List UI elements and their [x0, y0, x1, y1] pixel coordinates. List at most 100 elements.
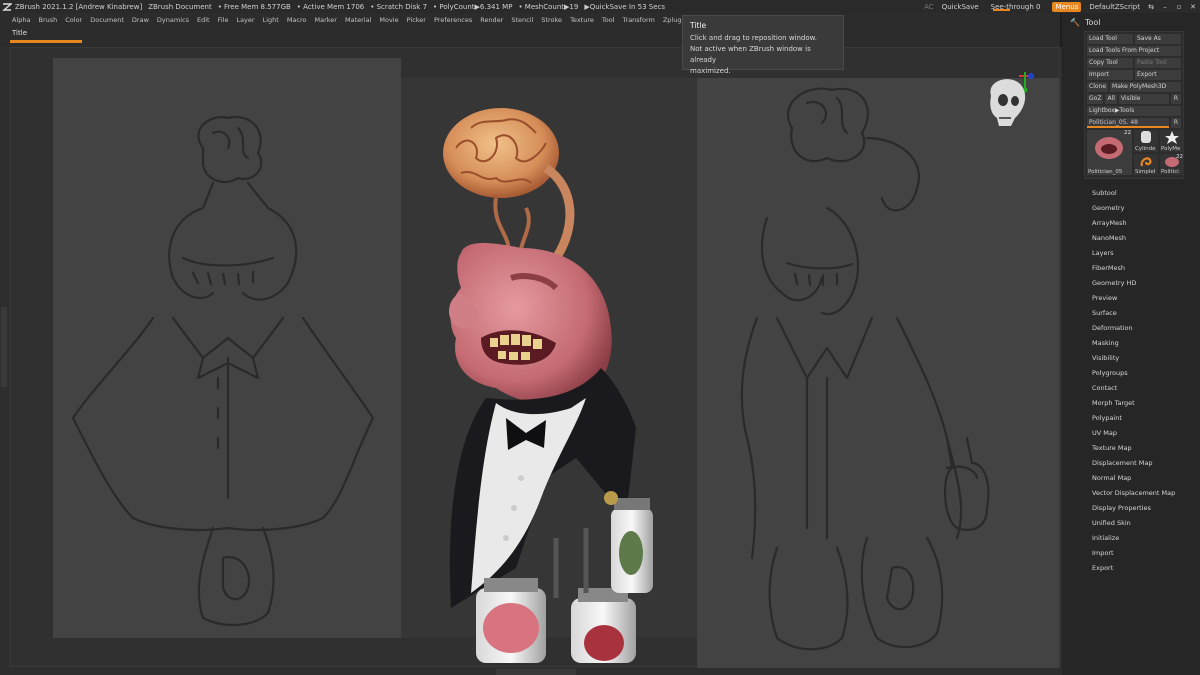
- tool-menu-polypaint[interactable]: Polypaint: [1092, 411, 1192, 426]
- tool-menu-unified-skin[interactable]: Unified Skin: [1092, 516, 1192, 531]
- cylinder-tool-label: Cylinde: [1135, 145, 1156, 152]
- menu-dynamics[interactable]: Dynamics: [157, 16, 189, 24]
- make-polymesh3d-button[interactable]: Make PolyMesh3D: [1110, 82, 1181, 92]
- tool-menu-displacement-map[interactable]: Displacement Map: [1092, 456, 1192, 471]
- tool-menu-visibility[interactable]: Visibility: [1092, 351, 1192, 366]
- quicksave-button[interactable]: QuickSave: [942, 3, 979, 11]
- tool-menu-uv-map[interactable]: UV Map: [1092, 426, 1192, 441]
- menu-draw[interactable]: Draw: [132, 16, 149, 24]
- tooltip-line-3: maximized.: [690, 67, 731, 75]
- bottom-tray-handle[interactable]: [496, 669, 576, 675]
- tool-menu-morph-target[interactable]: Morph Target: [1092, 396, 1192, 411]
- tool-thumb-grid: Cylinde PolyMe SimpleI 22 Politici: [1134, 130, 1184, 175]
- menu-document[interactable]: Document: [90, 16, 124, 24]
- menu-color[interactable]: Color: [65, 16, 82, 24]
- maximize-icon[interactable]: ▫: [1172, 3, 1186, 11]
- tool-palette: 🔨 Tool Load Tool Save As Load Tools From…: [1062, 13, 1200, 675]
- see-through-slider[interactable]: See-through 0: [987, 3, 1045, 11]
- cylinder-tool-thumbnail[interactable]: Cylinde: [1134, 130, 1158, 152]
- tool-menu-nanomesh[interactable]: NanoMesh: [1092, 231, 1192, 246]
- menu-light[interactable]: Light: [263, 16, 279, 24]
- polymesh-tool-thumbnail[interactable]: PolyMe: [1160, 130, 1184, 152]
- tab-title[interactable]: Title: [12, 29, 27, 37]
- default-zscript-button[interactable]: DefaultZScript: [1089, 3, 1140, 11]
- hammer-icon: 🔨: [1070, 17, 1080, 27]
- goz-visible-button[interactable]: Visible: [1118, 94, 1169, 104]
- load-tool-button[interactable]: Load Tool: [1087, 34, 1133, 44]
- tool-menu-preview[interactable]: Preview: [1092, 291, 1192, 306]
- export-button[interactable]: Export: [1135, 70, 1181, 80]
- paste-tool-button[interactable]: Paste Tool: [1135, 58, 1181, 68]
- goz-button[interactable]: GoZ: [1087, 94, 1104, 104]
- clone-button[interactable]: Clone: [1087, 82, 1109, 92]
- current-tool-thumbnail[interactable]: 22 Politician_05: [1087, 130, 1132, 175]
- goz-all-button[interactable]: All: [1105, 94, 1117, 104]
- load-tools-from-project-button[interactable]: Load Tools From Project: [1087, 46, 1181, 56]
- politician-3d-model[interactable]: [426, 98, 666, 668]
- tool-menu-export[interactable]: Export: [1092, 561, 1192, 576]
- navigation-skull-icon[interactable]: [981, 68, 1037, 134]
- goz-r-button[interactable]: R: [1171, 94, 1181, 104]
- ac-button[interactable]: AC: [924, 3, 934, 11]
- tool-slider[interactable]: Politician_05. 48: [1087, 118, 1169, 128]
- minimize-icon[interactable]: –: [1158, 3, 1172, 11]
- tool-menu-display-properties[interactable]: Display Properties: [1092, 501, 1192, 516]
- script-arrows-icon[interactable]: ⇆: [1144, 3, 1158, 11]
- menu-stencil[interactable]: Stencil: [511, 16, 533, 24]
- menu-tool[interactable]: Tool: [602, 16, 615, 24]
- menu-picker[interactable]: Picker: [407, 16, 426, 24]
- simple-brush-icon: [1140, 156, 1152, 166]
- import-button[interactable]: Import: [1087, 70, 1133, 80]
- menu-preferences[interactable]: Preferences: [434, 16, 472, 24]
- close-icon[interactable]: ✕: [1186, 3, 1200, 11]
- tool-menu-layers[interactable]: Layers: [1092, 246, 1192, 261]
- menu-file[interactable]: File: [218, 16, 229, 24]
- menu-texture[interactable]: Texture: [570, 16, 594, 24]
- simple-brush-thumbnail[interactable]: SimpleI: [1134, 153, 1158, 175]
- menu-movie[interactable]: Movie: [379, 16, 398, 24]
- copy-tool-button[interactable]: Copy Tool: [1087, 58, 1133, 68]
- menu-layer[interactable]: Layer: [236, 16, 254, 24]
- tool-header[interactable]: 🔨 Tool: [1062, 13, 1200, 31]
- lightbox-tools-button[interactable]: Lightbox▶Tools: [1087, 106, 1181, 116]
- menu-edit[interactable]: Edit: [197, 16, 210, 24]
- menu-marker[interactable]: Marker: [314, 16, 336, 24]
- meshcount: • MeshCount▶19: [518, 2, 579, 11]
- tool-menu-geometry[interactable]: Geometry: [1092, 201, 1192, 216]
- menu-render[interactable]: Render: [480, 16, 503, 24]
- tool-menu-geometry-hd[interactable]: Geometry HD: [1092, 276, 1192, 291]
- tool-menu-fibermesh[interactable]: FiberMesh: [1092, 261, 1192, 276]
- tool-menu-deformation[interactable]: Deformation: [1092, 321, 1192, 336]
- tool-menu-contact[interactable]: Contact: [1092, 381, 1192, 396]
- sketch-drawing-left: [71, 115, 375, 627]
- menu-material[interactable]: Material: [345, 16, 371, 24]
- tool-slider-r-button[interactable]: R: [1171, 118, 1181, 128]
- tool-menu-initialize[interactable]: Initialize: [1092, 531, 1192, 546]
- tool-menu-vector-displacement-map[interactable]: Vector Displacement Map: [1092, 486, 1192, 501]
- document-canvas[interactable]: [10, 47, 1060, 668]
- tool-menu-subtool[interactable]: Subtool: [1092, 186, 1192, 201]
- left-tray-handle[interactable]: [1, 307, 7, 387]
- simple-brush-label: SimpleI: [1135, 169, 1156, 175]
- polymesh-star-icon: [1165, 131, 1179, 144]
- menu-alpha[interactable]: Alpha: [12, 16, 30, 24]
- polycount: • PolyCount▶6.341 MP: [433, 2, 513, 11]
- menus-button[interactable]: Menus: [1052, 1, 1082, 12]
- tool-menu-polygroups[interactable]: Polygroups: [1092, 366, 1192, 381]
- politician-tool-thumbnail[interactable]: 22 Politici: [1160, 153, 1184, 175]
- tool-menu-import[interactable]: Import: [1092, 546, 1192, 561]
- tool-menu-texture-map[interactable]: Texture Map: [1092, 441, 1192, 456]
- save-as-button[interactable]: Save As: [1135, 34, 1181, 44]
- document-title: ZBrush Document: [148, 2, 212, 11]
- tool-menu-masking[interactable]: Masking: [1092, 336, 1192, 351]
- free-mem: • Free Mem 8.577GB: [217, 2, 291, 11]
- menu-brush[interactable]: Brush: [38, 16, 57, 24]
- tool-menu-arraymesh[interactable]: ArrayMesh: [1092, 216, 1192, 231]
- menu-stroke[interactable]: Stroke: [541, 16, 562, 24]
- tool-menu-surface[interactable]: Surface: [1092, 306, 1192, 321]
- tool-menu-normal-map[interactable]: Normal Map: [1092, 471, 1192, 486]
- menu-transform[interactable]: Transform: [623, 16, 655, 24]
- menu-macro[interactable]: Macro: [287, 16, 307, 24]
- tab-bar: Title: [0, 27, 1060, 47]
- see-through-fill: [992, 8, 1010, 11]
